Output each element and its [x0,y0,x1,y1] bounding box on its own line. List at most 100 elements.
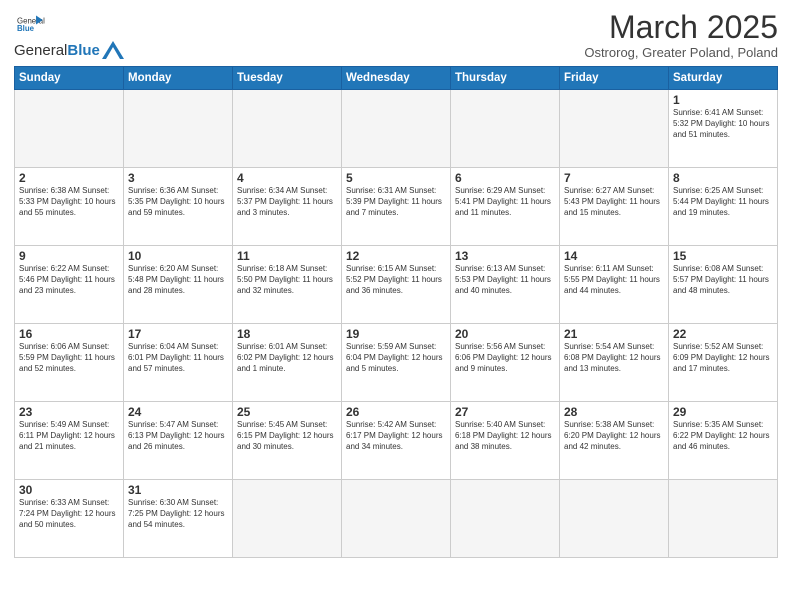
day-number: 30 [19,483,119,497]
month-title: March 2025 [584,10,778,45]
svg-text:Blue: Blue [17,24,35,33]
calendar-header: SundayMondayTuesdayWednesdayThursdayFrid… [15,67,778,90]
day-info: Sunrise: 5:52 AM Sunset: 6:09 PM Dayligh… [673,342,773,374]
day-info: Sunrise: 6:38 AM Sunset: 5:33 PM Dayligh… [19,186,119,218]
weekday-saturday: Saturday [669,67,778,90]
day-number: 25 [237,405,337,419]
calendar-day-cell: 3Sunrise: 6:36 AM Sunset: 5:35 PM Daylig… [124,168,233,246]
calendar-day-cell: 21Sunrise: 5:54 AM Sunset: 6:08 PM Dayli… [560,324,669,402]
calendar-week-row: 9Sunrise: 6:22 AM Sunset: 5:46 PM Daylig… [15,246,778,324]
day-number: 9 [19,249,119,263]
day-info: Sunrise: 6:27 AM Sunset: 5:43 PM Dayligh… [564,186,664,218]
calendar-week-row: 1Sunrise: 6:41 AM Sunset: 5:32 PM Daylig… [15,90,778,168]
calendar-day-cell [560,90,669,168]
day-info: Sunrise: 6:30 AM Sunset: 7:25 PM Dayligh… [128,498,228,530]
day-number: 7 [564,171,664,185]
day-number: 3 [128,171,228,185]
calendar-day-cell: 9Sunrise: 6:22 AM Sunset: 5:46 PM Daylig… [15,246,124,324]
day-number: 31 [128,483,228,497]
day-number: 20 [455,327,555,341]
day-info: Sunrise: 5:54 AM Sunset: 6:08 PM Dayligh… [564,342,664,374]
calendar-day-cell: 26Sunrise: 5:42 AM Sunset: 6:17 PM Dayli… [342,402,451,480]
day-number: 19 [346,327,446,341]
day-info: Sunrise: 5:40 AM Sunset: 6:18 PM Dayligh… [455,420,555,452]
day-info: Sunrise: 6:25 AM Sunset: 5:44 PM Dayligh… [673,186,773,218]
day-number: 6 [455,171,555,185]
day-number: 22 [673,327,773,341]
day-number: 16 [19,327,119,341]
calendar-day-cell: 25Sunrise: 5:45 AM Sunset: 6:15 PM Dayli… [233,402,342,480]
day-number: 12 [346,249,446,263]
weekday-header-row: SundayMondayTuesdayWednesdayThursdayFrid… [15,67,778,90]
day-info: Sunrise: 6:22 AM Sunset: 5:46 PM Dayligh… [19,264,119,296]
day-number: 18 [237,327,337,341]
day-info: Sunrise: 6:33 AM Sunset: 7:24 PM Dayligh… [19,498,119,530]
calendar-day-cell: 19Sunrise: 5:59 AM Sunset: 6:04 PM Dayli… [342,324,451,402]
calendar-day-cell: 7Sunrise: 6:27 AM Sunset: 5:43 PM Daylig… [560,168,669,246]
day-info: Sunrise: 6:31 AM Sunset: 5:39 PM Dayligh… [346,186,446,218]
calendar-table: SundayMondayTuesdayWednesdayThursdayFrid… [14,66,778,558]
calendar-day-cell: 4Sunrise: 6:34 AM Sunset: 5:37 PM Daylig… [233,168,342,246]
day-number: 17 [128,327,228,341]
calendar-day-cell: 31Sunrise: 6:30 AM Sunset: 7:25 PM Dayli… [124,480,233,558]
logo-triangle-icon [102,41,124,59]
calendar-day-cell: 10Sunrise: 6:20 AM Sunset: 5:48 PM Dayli… [124,246,233,324]
calendar-day-cell [560,480,669,558]
calendar-day-cell: 6Sunrise: 6:29 AM Sunset: 5:41 PM Daylig… [451,168,560,246]
calendar-day-cell: 5Sunrise: 6:31 AM Sunset: 5:39 PM Daylig… [342,168,451,246]
calendar-body: 1Sunrise: 6:41 AM Sunset: 5:32 PM Daylig… [15,90,778,558]
logo-area: General Blue GeneralBlue [14,10,124,59]
day-number: 10 [128,249,228,263]
day-number: 26 [346,405,446,419]
calendar-day-cell: 13Sunrise: 6:13 AM Sunset: 5:53 PM Dayli… [451,246,560,324]
logo: General Blue GeneralBlue [14,14,124,59]
calendar-day-cell: 28Sunrise: 5:38 AM Sunset: 6:20 PM Dayli… [560,402,669,480]
calendar-day-cell: 16Sunrise: 6:06 AM Sunset: 5:59 PM Dayli… [15,324,124,402]
weekday-sunday: Sunday [15,67,124,90]
day-number: 15 [673,249,773,263]
calendar-week-row: 2Sunrise: 6:38 AM Sunset: 5:33 PM Daylig… [15,168,778,246]
calendar-day-cell [124,90,233,168]
day-number: 8 [673,171,773,185]
day-info: Sunrise: 5:49 AM Sunset: 6:11 PM Dayligh… [19,420,119,452]
calendar-day-cell: 18Sunrise: 6:01 AM Sunset: 6:02 PM Dayli… [233,324,342,402]
day-info: Sunrise: 5:42 AM Sunset: 6:17 PM Dayligh… [346,420,446,452]
day-info: Sunrise: 6:06 AM Sunset: 5:59 PM Dayligh… [19,342,119,374]
day-info: Sunrise: 6:36 AM Sunset: 5:35 PM Dayligh… [128,186,228,218]
day-number: 11 [237,249,337,263]
weekday-thursday: Thursday [451,67,560,90]
day-number: 27 [455,405,555,419]
calendar-week-row: 30Sunrise: 6:33 AM Sunset: 7:24 PM Dayli… [15,480,778,558]
calendar-day-cell: 24Sunrise: 5:47 AM Sunset: 6:13 PM Dayli… [124,402,233,480]
calendar-day-cell [342,90,451,168]
calendar-day-cell [233,480,342,558]
day-info: Sunrise: 6:08 AM Sunset: 5:57 PM Dayligh… [673,264,773,296]
day-info: Sunrise: 5:45 AM Sunset: 6:15 PM Dayligh… [237,420,337,452]
calendar-day-cell [451,480,560,558]
calendar-day-cell: 12Sunrise: 6:15 AM Sunset: 5:52 PM Dayli… [342,246,451,324]
weekday-wednesday: Wednesday [342,67,451,90]
day-info: Sunrise: 5:47 AM Sunset: 6:13 PM Dayligh… [128,420,228,452]
day-number: 13 [455,249,555,263]
day-info: Sunrise: 6:18 AM Sunset: 5:50 PM Dayligh… [237,264,337,296]
calendar-week-row: 23Sunrise: 5:49 AM Sunset: 6:11 PM Dayli… [15,402,778,480]
day-info: Sunrise: 6:41 AM Sunset: 5:32 PM Dayligh… [673,108,773,140]
calendar-day-cell: 17Sunrise: 6:04 AM Sunset: 6:01 PM Dayli… [124,324,233,402]
day-number: 5 [346,171,446,185]
weekday-tuesday: Tuesday [233,67,342,90]
calendar-day-cell: 8Sunrise: 6:25 AM Sunset: 5:44 PM Daylig… [669,168,778,246]
calendar-day-cell [233,90,342,168]
day-number: 4 [237,171,337,185]
day-info: Sunrise: 6:29 AM Sunset: 5:41 PM Dayligh… [455,186,555,218]
day-info: Sunrise: 6:15 AM Sunset: 5:52 PM Dayligh… [346,264,446,296]
day-info: Sunrise: 5:35 AM Sunset: 6:22 PM Dayligh… [673,420,773,452]
calendar-day-cell: 2Sunrise: 6:38 AM Sunset: 5:33 PM Daylig… [15,168,124,246]
day-number: 21 [564,327,664,341]
calendar-day-cell: 22Sunrise: 5:52 AM Sunset: 6:09 PM Dayli… [669,324,778,402]
calendar-week-row: 16Sunrise: 6:06 AM Sunset: 5:59 PM Dayli… [15,324,778,402]
day-number: 2 [19,171,119,185]
calendar-day-cell: 30Sunrise: 6:33 AM Sunset: 7:24 PM Dayli… [15,480,124,558]
day-number: 24 [128,405,228,419]
calendar-day-cell: 20Sunrise: 5:56 AM Sunset: 6:06 PM Dayli… [451,324,560,402]
calendar-page: General Blue GeneralBlue March 2025 Ostr… [0,0,792,612]
